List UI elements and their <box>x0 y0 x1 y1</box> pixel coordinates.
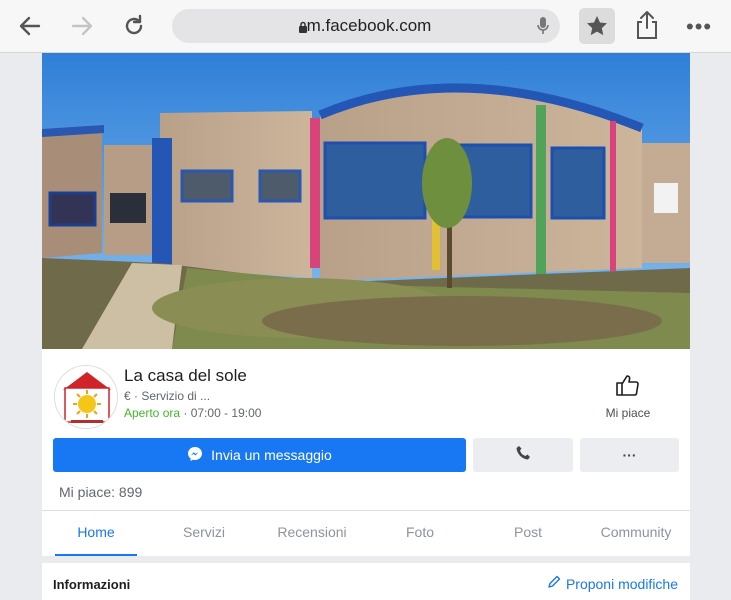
lock-icon <box>298 20 308 38</box>
send-message-label: Invia un messaggio <box>211 447 332 463</box>
thumbs-up-icon <box>615 375 641 401</box>
send-message-button[interactable]: Invia un messaggio <box>53 438 466 472</box>
suggest-edits-label: Proponi modifiche <box>565 575 678 592</box>
phone-icon <box>516 445 531 465</box>
reload-icon[interactable] <box>118 10 150 42</box>
back-arrow-icon[interactable] <box>14 10 46 42</box>
cover-photo[interactable] <box>42 53 690 349</box>
profile-picture[interactable] <box>54 365 118 429</box>
opening-hours: Aperto ora · 07:00 - 19:00 <box>124 406 261 420</box>
page-header-card: La casa del sole € · Servizio di ... Ape… <box>42 53 690 556</box>
likes-count: Mi piace: 899 <box>59 484 143 500</box>
open-status: Aperto ora <box>124 406 181 420</box>
more-options-button[interactable]: ··· <box>580 438 679 472</box>
tab-community[interactable]: Community <box>582 511 690 556</box>
microphone-icon[interactable] <box>536 16 550 41</box>
page-title: La casa del sole <box>124 366 247 385</box>
url-text: m.facebook.com <box>306 16 432 35</box>
page-category: € · Servizio di ... <box>124 389 211 403</box>
tab-recensioni[interactable]: Recensioni <box>258 511 366 556</box>
forward-arrow-icon[interactable] <box>66 10 98 42</box>
hours-text: · 07:00 - 19:00 <box>180 406 262 420</box>
more-icon[interactable]: ••• <box>686 14 712 40</box>
like-button[interactable]: Mi piace <box>596 373 660 420</box>
call-button[interactable] <box>473 438 573 472</box>
tab-home[interactable]: Home <box>42 511 150 556</box>
tab-foto[interactable]: Foto <box>366 511 474 556</box>
tab-post[interactable]: Post <box>474 511 582 556</box>
suggest-edits-link[interactable]: Proponi modifiche <box>547 575 678 592</box>
page-tabs: Home Servizi Recensioni Foto Post Commun… <box>42 510 690 556</box>
share-icon[interactable] <box>634 9 660 46</box>
tab-servizi[interactable]: Servizi <box>150 511 258 556</box>
browser-toolbar: m.facebook.com ••• <box>0 0 731 53</box>
info-title: Informazioni <box>53 577 131 592</box>
pencil-icon <box>547 575 561 592</box>
like-label: Mi piace <box>605 406 651 420</box>
star-icon[interactable] <box>579 8 615 44</box>
messenger-icon <box>187 446 203 465</box>
address-bar[interactable]: m.facebook.com <box>172 9 560 43</box>
info-section: Informazioni Proponi modifiche <box>42 563 690 600</box>
